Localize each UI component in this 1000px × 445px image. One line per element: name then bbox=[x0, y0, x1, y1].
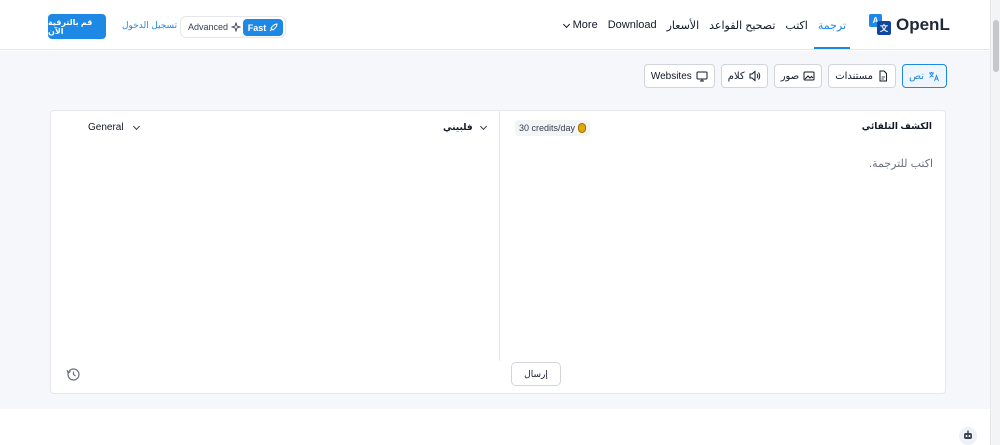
upgrade-button[interactable]: قم بالترقية الآن bbox=[48, 14, 106, 39]
style-select[interactable]: General bbox=[88, 122, 140, 133]
fast-label: Fast bbox=[247, 22, 267, 33]
tab-images-label: صور bbox=[780, 70, 800, 82]
login-link[interactable]: تسجيل الدخول bbox=[122, 20, 177, 31]
logo-letter-b: 文 bbox=[877, 21, 891, 35]
nav-download[interactable]: Download bbox=[608, 0, 657, 50]
tab-text[interactable]: نص bbox=[901, 64, 947, 88]
source-language-select[interactable]: الكشف التلقائي bbox=[862, 121, 932, 132]
tab-documents[interactable]: مستندات bbox=[828, 64, 896, 88]
rocket-icon bbox=[269, 22, 278, 31]
translate-icon bbox=[929, 72, 939, 82]
scrollbar-thumb[interactable] bbox=[993, 20, 999, 72]
translation-panel: General فلبيني 30 credits/day الكشف التل… bbox=[50, 110, 946, 394]
tab-websites-label: Websites bbox=[650, 70, 692, 82]
target-language-value: فلبيني bbox=[443, 122, 473, 132]
input-type-tabs: Websites كلام صور مستندات نص bbox=[643, 64, 947, 88]
monitor-icon bbox=[696, 71, 708, 82]
send-button[interactable]: إرسال bbox=[511, 362, 561, 386]
source-text-input[interactable] bbox=[513, 157, 933, 347]
main-nav: More Download الأسعار تصحيح القواعد اكتب… bbox=[562, 0, 851, 50]
chevron-down-icon bbox=[562, 20, 570, 28]
panel-divider bbox=[499, 111, 500, 361]
credits-label: 30 credits/day bbox=[519, 123, 576, 133]
tab-text-label: نص bbox=[908, 70, 924, 82]
speaker-icon bbox=[749, 70, 760, 82]
target-language-select[interactable]: فلبيني bbox=[443, 122, 487, 133]
mode-advanced-option[interactable]: Advanced bbox=[181, 22, 244, 32]
top-header: قم بالترقية الآن تسجيل الدخول Advanced F… bbox=[0, 0, 990, 50]
page-scrollbar[interactable] bbox=[990, 0, 1000, 445]
tab-documents-label: مستندات bbox=[835, 70, 873, 82]
credits-badge: 30 credits/day bbox=[515, 120, 591, 136]
tab-images[interactable]: صور bbox=[773, 64, 823, 88]
mode-toggle[interactable]: Advanced Fast bbox=[180, 16, 286, 38]
nav-translate[interactable]: ترجمة bbox=[813, 0, 851, 50]
assistant-icon[interactable] bbox=[958, 427, 978, 445]
sparkle-icon bbox=[231, 22, 242, 32]
nav-pricing[interactable]: الأسعار bbox=[667, 0, 700, 50]
document-icon bbox=[879, 70, 887, 82]
tab-websites[interactable]: Websites bbox=[643, 64, 715, 88]
history-icon[interactable] bbox=[66, 367, 81, 382]
logo-text: OpenL bbox=[896, 15, 950, 34]
tab-speech-label: كلام bbox=[727, 70, 745, 82]
nav-more[interactable]: More bbox=[562, 0, 598, 50]
logo-icon: A 文 bbox=[869, 14, 891, 36]
image-icon bbox=[803, 71, 815, 81]
tab-speech[interactable]: كلام bbox=[720, 64, 768, 88]
advanced-label: Advanced bbox=[188, 22, 229, 32]
nav-more-label: More bbox=[572, 19, 598, 31]
nav-grammar[interactable]: تصحيح القواعد bbox=[709, 0, 775, 50]
style-select-value: General bbox=[88, 122, 124, 133]
main-area: Websites كلام صور مستندات نص General فلب… bbox=[0, 51, 990, 409]
mode-fast-option[interactable]: Fast bbox=[243, 19, 283, 36]
nav-write[interactable]: اكتب bbox=[785, 0, 807, 50]
chevron-down-icon bbox=[132, 122, 140, 130]
coin-icon bbox=[578, 123, 587, 133]
openl-logo[interactable]: A 文 OpenL bbox=[869, 14, 950, 36]
chevron-down-icon bbox=[479, 122, 487, 130]
